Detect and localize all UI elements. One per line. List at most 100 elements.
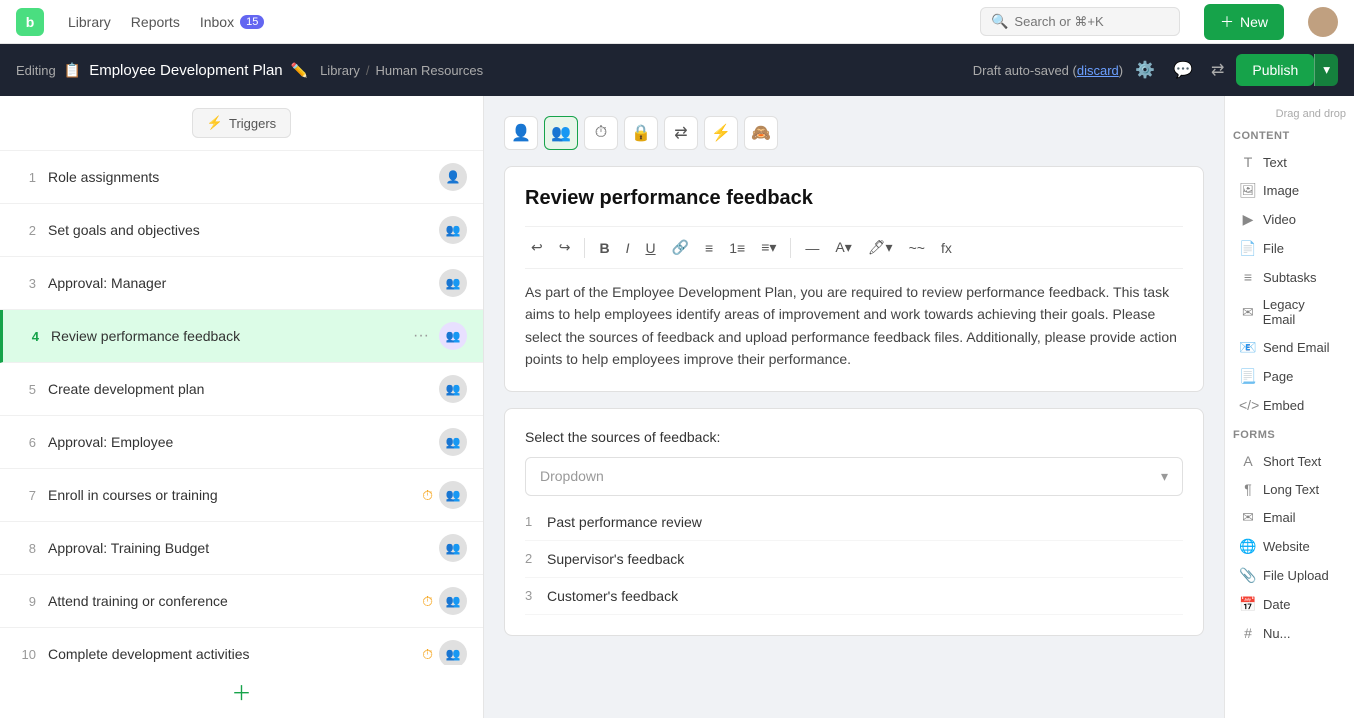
- number-icon: #: [1239, 625, 1257, 641]
- timer-tool[interactable]: ⏱: [584, 116, 618, 150]
- new-button[interactable]: ＋ New: [1204, 4, 1284, 40]
- sidebar: ⚡ Triggers 1 Role assignments 👤 2 Set go…: [0, 96, 484, 718]
- panel-file[interactable]: 📄 File: [1233, 234, 1346, 263]
- formula-btn[interactable]: fx: [935, 236, 958, 260]
- panel-date[interactable]: 📅 Date: [1233, 590, 1346, 619]
- breadcrumb-library[interactable]: Library: [320, 63, 360, 78]
- add-step-button[interactable]: ＋: [232, 677, 252, 706]
- step-avatar: 👥: [439, 534, 467, 562]
- form-card: Select the sources of feedback: Dropdown…: [504, 408, 1204, 636]
- nav-reports[interactable]: Reports: [131, 14, 180, 30]
- right-panel: Drag and drop CONTENT T Text 🖼 Image ▶ V…: [1224, 96, 1354, 718]
- nav-inbox[interactable]: Inbox 15: [200, 14, 265, 30]
- publish-button[interactable]: Publish: [1236, 54, 1314, 86]
- nav-library[interactable]: Library: [68, 14, 111, 30]
- panel-long-text[interactable]: ¶ Long Text: [1233, 475, 1346, 503]
- website-icon: 🌐: [1239, 538, 1257, 555]
- redo-btn[interactable]: ↪: [553, 235, 577, 260]
- comment-icon-btn[interactable]: 💬: [1169, 56, 1197, 84]
- lightning-icon: ⚡: [207, 115, 223, 131]
- panel-legacy-email[interactable]: ✉ Legacy Email: [1233, 291, 1346, 333]
- lock-tool[interactable]: 🔒: [624, 116, 658, 150]
- top-nav: b Library Reports Inbox 15 🔍 ＋ New: [0, 0, 1354, 44]
- step-item[interactable]: 1 Role assignments 👤: [0, 151, 483, 204]
- step-item[interactable]: 2 Set goals and objectives 👥: [0, 204, 483, 257]
- panel-send-email[interactable]: 📧 Send Email: [1233, 333, 1346, 362]
- send-email-icon: 📧: [1239, 339, 1257, 356]
- step-item[interactable]: 7 Enroll in courses or training ⏱ 👥: [0, 469, 483, 522]
- avatar[interactable]: [1308, 7, 1338, 37]
- search-icon: 🔍: [991, 13, 1008, 30]
- video-icon: ▶: [1239, 211, 1257, 228]
- align-btn[interactable]: ≡▾: [755, 235, 782, 260]
- drag-drop-label: Drag and drop: [1233, 108, 1346, 120]
- italic-btn[interactable]: I: [620, 236, 636, 260]
- visibility-tool[interactable]: 🙈: [744, 116, 778, 150]
- panel-embed[interactable]: </> Embed: [1233, 391, 1346, 419]
- panel-video[interactable]: ▶ Video: [1233, 205, 1346, 234]
- step-item[interactable]: 9 Attend training or conference ⏱ 👥: [0, 575, 483, 628]
- step-item[interactable]: 6 Approval: Employee 👥: [0, 416, 483, 469]
- step-item[interactable]: 10 Complete development activities ⏱ 👥: [0, 628, 483, 665]
- main-layout: ⚡ Triggers 1 Role assignments 👤 2 Set go…: [0, 96, 1354, 718]
- file-icon: 📄: [1239, 240, 1257, 257]
- form-question: Select the sources of feedback:: [525, 429, 1183, 445]
- add-step-area: ＋: [0, 665, 483, 718]
- assignee-tool[interactable]: 👤: [504, 116, 538, 150]
- settings-icon-btn[interactable]: ⚙️: [1131, 56, 1159, 84]
- strikethrough-btn[interactable]: ~~: [903, 236, 931, 260]
- clock-icon: ⏱: [422, 646, 433, 663]
- panel-email[interactable]: ✉ Email: [1233, 503, 1346, 532]
- discard-link[interactable]: discard: [1077, 63, 1119, 78]
- file-upload-icon: 📎: [1239, 567, 1257, 584]
- panel-subtasks[interactable]: ≡ Subtasks: [1233, 263, 1346, 291]
- panel-page[interactable]: 📃 Page: [1233, 362, 1346, 391]
- breadcrumb-hr[interactable]: Human Resources: [375, 63, 483, 78]
- hr-btn[interactable]: —: [799, 236, 825, 260]
- draft-saved: Draft auto-saved (discard): [973, 63, 1123, 78]
- search-input[interactable]: [1014, 14, 1169, 29]
- automation-tool[interactable]: ⚡: [704, 116, 738, 150]
- flow-tool[interactable]: ⇄: [664, 116, 698, 150]
- step-item-active[interactable]: 4 Review performance feedback ··· 👥: [0, 310, 483, 363]
- step-item[interactable]: 5 Create development plan 👥: [0, 363, 483, 416]
- highlight-btn[interactable]: 🖊▾: [862, 235, 899, 260]
- panel-short-text[interactable]: A Short Text: [1233, 447, 1346, 475]
- publish-group: Publish ▾: [1236, 54, 1338, 86]
- dropdown-field[interactable]: Dropdown ▾: [525, 457, 1183, 496]
- panel-file-upload[interactable]: 📎 File Upload: [1233, 561, 1346, 590]
- bold-btn[interactable]: B: [593, 236, 615, 260]
- link-btn[interactable]: 🔗: [666, 235, 695, 260]
- clock-icon: ⏱: [422, 593, 433, 610]
- nav-links: Library Reports Inbox 15: [68, 14, 264, 30]
- search-bar[interactable]: 🔍: [980, 7, 1180, 36]
- undo-btn[interactable]: ↩: [525, 235, 549, 260]
- forms-section-label: FORMS: [1233, 429, 1346, 441]
- font-color-btn[interactable]: A▾: [829, 235, 857, 260]
- page-icon: 📃: [1239, 368, 1257, 385]
- edit-icon[interactable]: ✏️: [291, 62, 308, 79]
- shuffle-icon-btn[interactable]: ⇄: [1207, 56, 1228, 84]
- image-icon: 🖼: [1239, 182, 1257, 199]
- underline-btn[interactable]: U: [639, 236, 661, 260]
- step-item[interactable]: 8 Approval: Training Budget 👥: [0, 522, 483, 575]
- step-avatar: 👥: [439, 640, 467, 665]
- dropdown-option: 3 Customer's feedback: [525, 578, 1183, 615]
- step-avatar: 👥: [439, 375, 467, 403]
- step-item[interactable]: 3 Approval: Manager 👥: [0, 257, 483, 310]
- ordered-list-btn[interactable]: 1≡: [723, 236, 751, 260]
- group-tool[interactable]: 👥: [544, 116, 578, 150]
- panel-text[interactable]: T Text: [1233, 148, 1346, 176]
- dropdown-options: 1 Past performance review 2 Supervisor's…: [525, 504, 1183, 615]
- panel-number[interactable]: # Nu...: [1233, 619, 1346, 647]
- panel-website[interactable]: 🌐 Website: [1233, 532, 1346, 561]
- step-avatar: 👥: [439, 428, 467, 456]
- bullet-list-btn[interactable]: ≡: [699, 236, 719, 260]
- panel-image[interactable]: 🖼 Image: [1233, 176, 1346, 205]
- publish-dropdown-button[interactable]: ▾: [1314, 54, 1338, 86]
- step-list: 1 Role assignments 👤 2 Set goals and obj…: [0, 151, 483, 665]
- dropdown-option: 2 Supervisor's feedback: [525, 541, 1183, 578]
- step-menu-icon[interactable]: ···: [409, 325, 433, 347]
- triggers-button[interactable]: ⚡ Triggers: [192, 108, 291, 138]
- legacy-email-icon: ✉: [1239, 304, 1257, 321]
